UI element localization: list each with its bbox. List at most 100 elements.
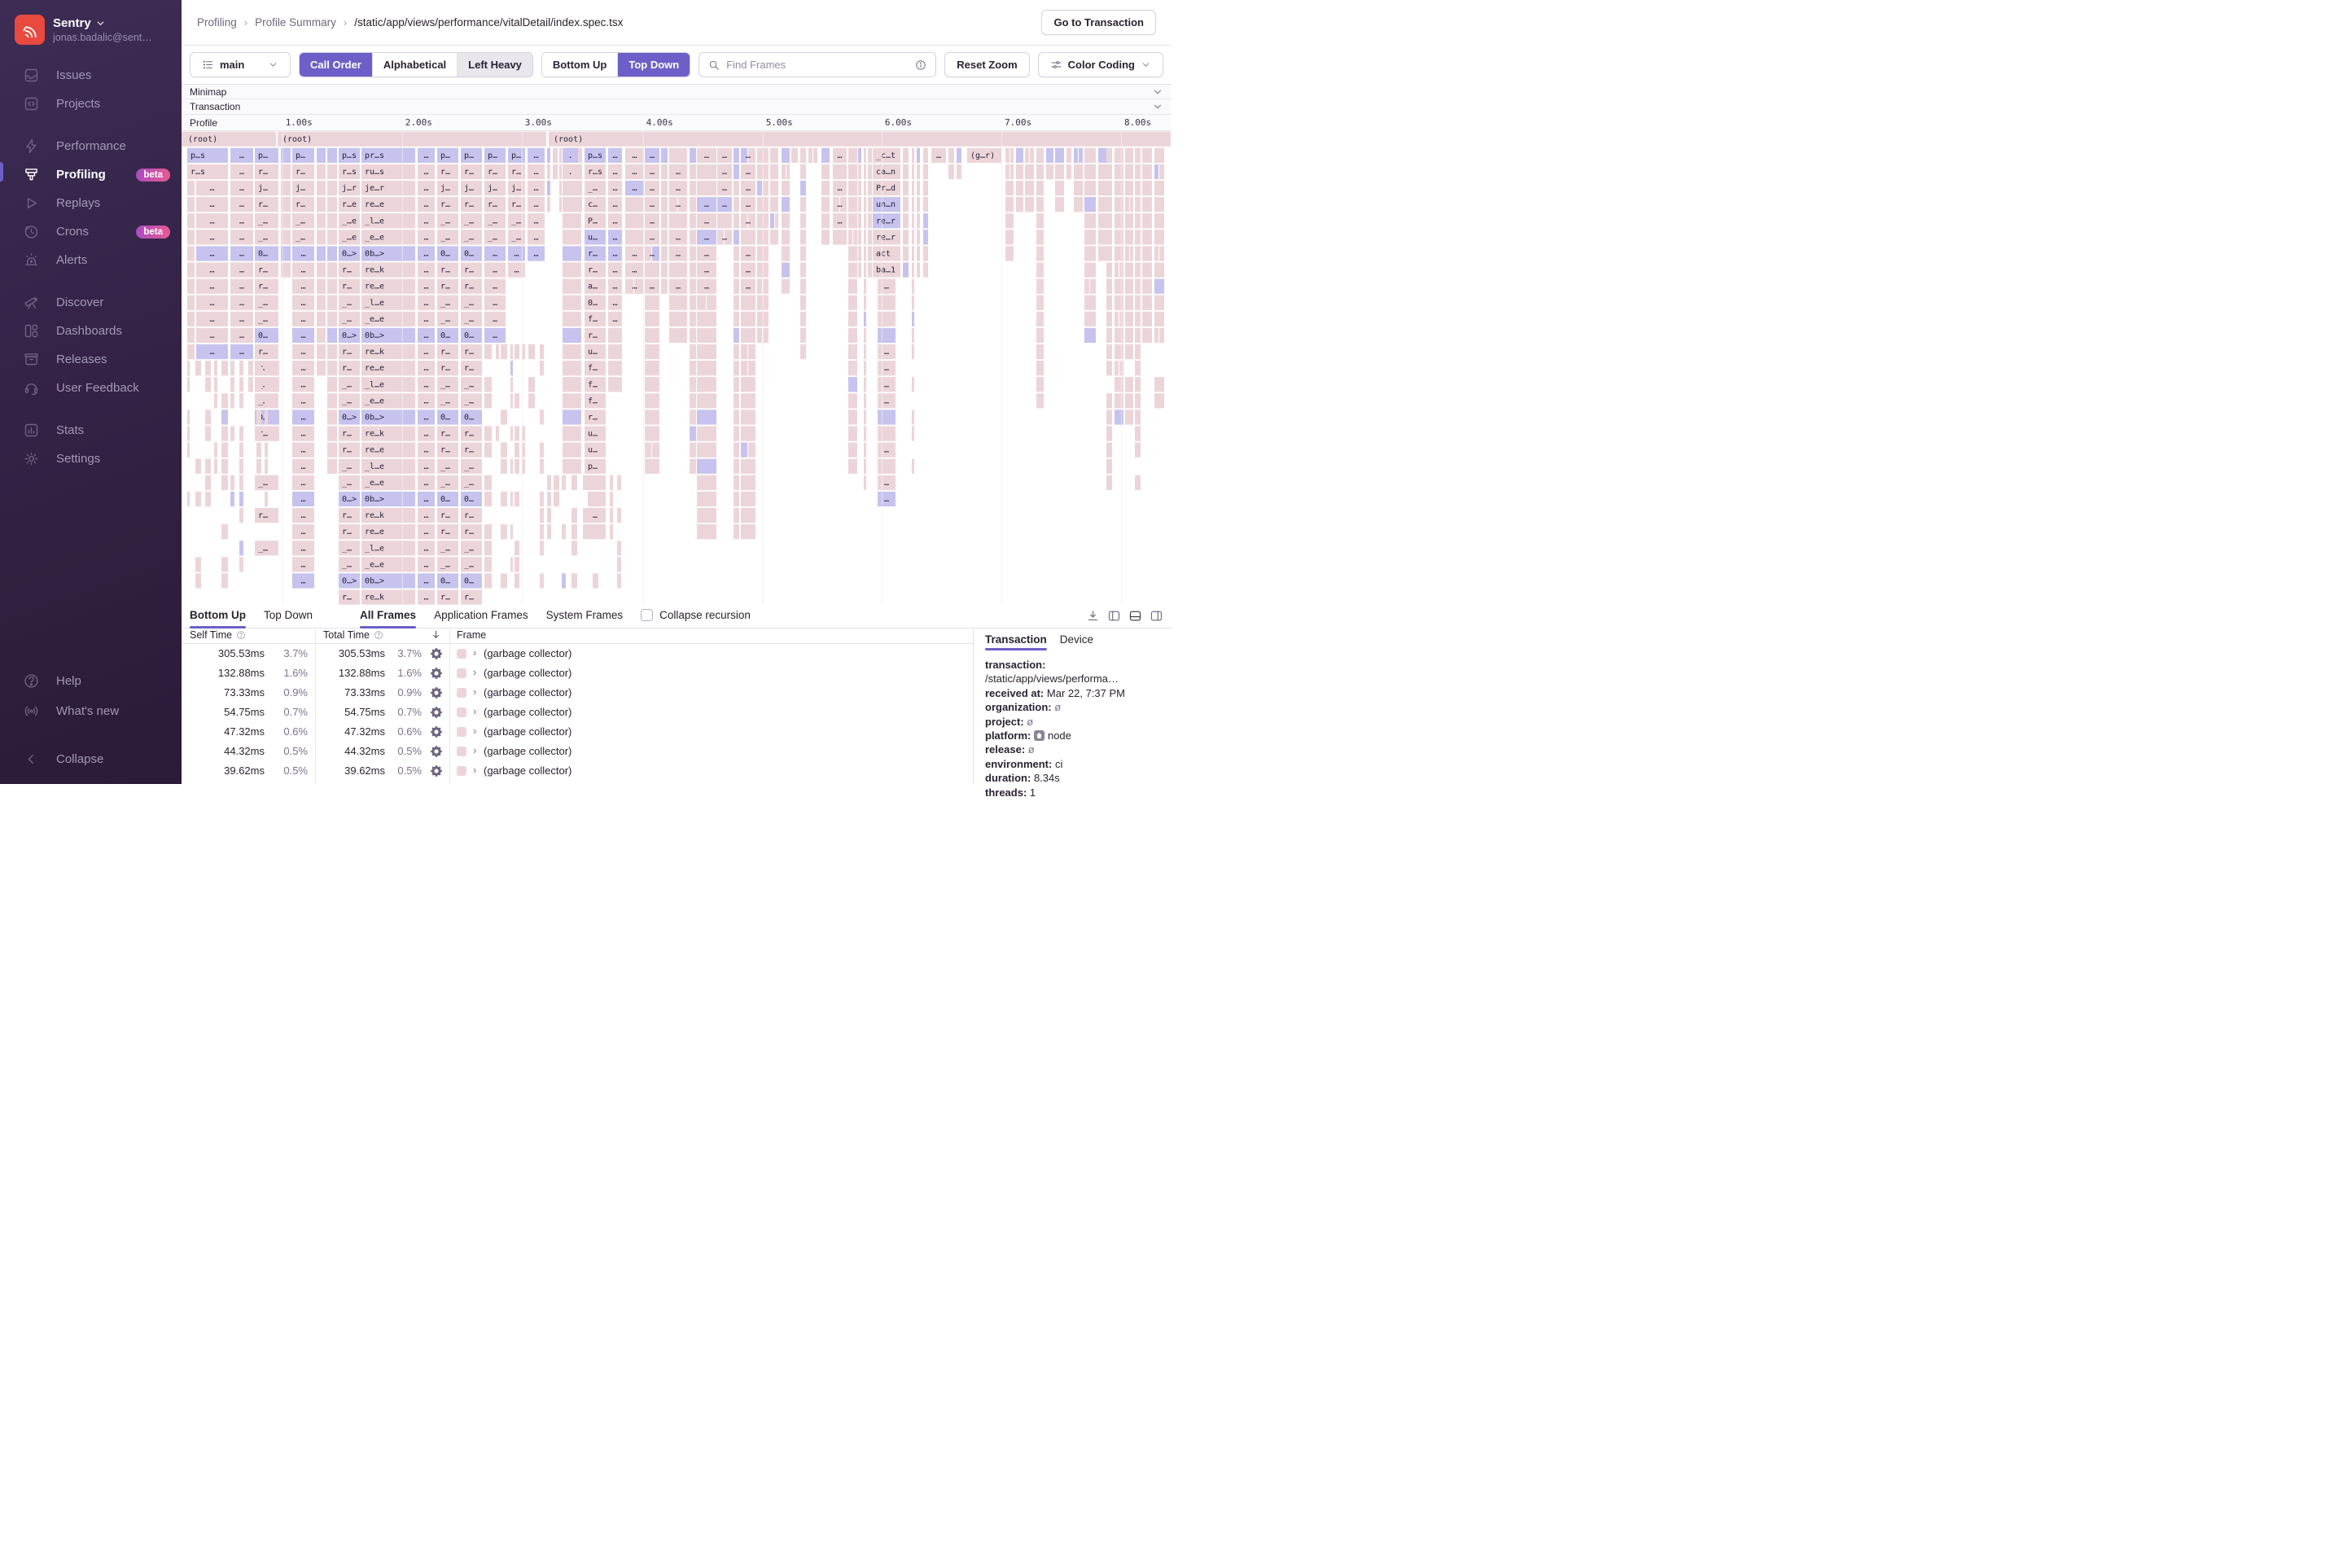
- sidebar-item-label: Stats: [56, 423, 84, 437]
- sidebar-item-performance[interactable]: Performance: [0, 132, 182, 160]
- sidebar-item-crons[interactable]: Cronsbeta: [0, 217, 182, 246]
- org-switcher[interactable]: Sentry jonas.badalic@sent…: [0, 0, 182, 53]
- collapse-recursion-toggle[interactable]: Collapse recursion: [641, 606, 751, 621]
- tab-system-frames[interactable]: System Frames: [546, 606, 624, 629]
- sidebar-collapse-button[interactable]: Collapse: [0, 744, 182, 774]
- frame-color-swatch: [457, 727, 466, 737]
- flamegraph-canvas[interactable]: [182, 131, 1171, 606]
- sidebar-item-replays[interactable]: Replays: [0, 189, 182, 217]
- tab-bottom-up[interactable]: Bottom Up: [190, 606, 246, 629]
- table-row[interactable]: 39.62ms0.5%39.62ms0.5%›(garbage collecto…: [182, 761, 973, 781]
- collapse-recursion-checkbox[interactable]: [641, 609, 653, 621]
- layout-right-panel-icon[interactable]: [1150, 609, 1163, 623]
- details-tabs: Transaction Device: [985, 633, 1172, 650]
- thread-selector[interactable]: main: [190, 52, 291, 77]
- sort-direction-icon[interactable]: [431, 629, 441, 640]
- minimap-section-header[interactable]: Minimap: [182, 85, 1172, 99]
- frames-table-header: Self Time Total Time Frame: [182, 629, 973, 644]
- frame-settings-gear-icon[interactable]: [431, 648, 442, 659]
- sidebar-item-stats[interactable]: Stats: [0, 416, 182, 445]
- profile-time-axis: Profile 1.00s2.00s3.00s4.00s5.00s6.00s7.…: [182, 115, 1172, 131]
- expand-chevron-icon[interactable]: ›: [473, 685, 476, 698]
- sort-option-call-order[interactable]: Call Order: [300, 53, 372, 77]
- detail-row-organization: organization: ø: [985, 700, 1172, 714]
- user-feedback-icon: [23, 379, 40, 396]
- collapse-recursion-label: Collapse recursion: [659, 609, 751, 621]
- export-download-icon[interactable]: [1086, 609, 1100, 623]
- detail-row-project: project: ø: [985, 715, 1172, 729]
- go-to-transaction-button[interactable]: Go to Transaction: [1041, 10, 1156, 35]
- table-row[interactable]: 44.32ms0.5%44.32ms0.5%›(garbage collecto…: [182, 742, 973, 761]
- frame-color-swatch: [457, 668, 466, 678]
- sidebar-item-releases[interactable]: Releases: [0, 345, 182, 374]
- breadcrumb-profiling[interactable]: Profiling: [197, 16, 237, 28]
- performance-icon: [23, 138, 40, 155]
- page-header: Profiling › Profile Summary › /static/ap…: [182, 0, 1172, 46]
- details-tab-device[interactable]: Device: [1060, 633, 1093, 650]
- find-frames-search[interactable]: [699, 52, 936, 77]
- help-icon: [23, 672, 40, 690]
- table-row[interactable]: 73.33ms0.9%73.33ms0.9%›(garbage collecto…: [182, 683, 973, 703]
- sidebar-item-alerts[interactable]: Alerts: [0, 246, 182, 274]
- list-icon: [202, 59, 214, 71]
- self-time-value: 39.62ms: [182, 764, 265, 777]
- frame-color-swatch: [457, 707, 466, 717]
- self-time-value: 132.88ms: [182, 667, 265, 679]
- breadcrumb-profile-summary[interactable]: Profile Summary: [255, 16, 336, 28]
- table-row[interactable]: 47.32ms0.6%47.32ms0.6%›(garbage collecto…: [182, 722, 973, 742]
- dashboards-icon: [23, 322, 40, 339]
- frame-settings-gear-icon[interactable]: [431, 707, 442, 718]
- search-input[interactable]: [726, 59, 909, 71]
- direction-option-bottom-up[interactable]: Bottom Up: [542, 53, 617, 77]
- transaction-section-header[interactable]: Transaction: [182, 99, 1172, 115]
- column-self-time[interactable]: Self Time: [190, 629, 246, 641]
- expand-chevron-icon[interactable]: ›: [473, 705, 476, 717]
- sidebar-item-user-feedback[interactable]: User Feedback: [0, 374, 182, 402]
- frame-settings-gear-icon[interactable]: [431, 687, 442, 699]
- sidebar-item-label: Crons: [56, 225, 89, 239]
- expand-chevron-icon[interactable]: ›: [473, 744, 476, 756]
- table-row[interactable]: 305.53ms3.7%305.53ms3.7%›(garbage collec…: [182, 644, 973, 664]
- frame-settings-gear-icon[interactable]: [431, 765, 442, 777]
- column-total-time[interactable]: Total Time: [323, 629, 383, 641]
- frame-settings-gear-icon[interactable]: [431, 668, 442, 679]
- color-coding-button[interactable]: Color Coding: [1038, 52, 1163, 77]
- sort-option-left-heavy[interactable]: Left Heavy: [457, 53, 532, 77]
- sort-option-alphabetical[interactable]: Alphabetical: [372, 53, 457, 77]
- layout-left-panel-icon[interactable]: [1107, 609, 1121, 623]
- sidebar-item-projects[interactable]: Projects: [0, 90, 182, 118]
- sidebar-item-settings[interactable]: Settings: [0, 445, 182, 473]
- detail-label: threads:: [985, 786, 1027, 799]
- tab-all-frames[interactable]: All Frames: [360, 606, 416, 629]
- expand-chevron-icon[interactable]: ›: [473, 646, 476, 659]
- table-row[interactable]: 132.88ms1.6%132.88ms1.6%›(garbage collec…: [182, 664, 973, 683]
- frame-settings-gear-icon[interactable]: [431, 746, 442, 757]
- sidebar-item-issues[interactable]: Issues: [0, 61, 182, 90]
- frame-color-swatch: [457, 766, 466, 776]
- expand-chevron-icon[interactable]: ›: [473, 764, 476, 776]
- chevron-down-icon: [96, 19, 105, 28]
- whats-new-icon: [23, 703, 40, 720]
- reset-zoom-button[interactable]: Reset Zoom: [944, 52, 1029, 77]
- sidebar-item-dashboards[interactable]: Dashboards: [0, 317, 182, 345]
- direction-option-top-down[interactable]: Top Down: [617, 53, 690, 77]
- sidebar-item-discover[interactable]: Discover: [0, 288, 182, 317]
- sidebar-item-profiling[interactable]: Profilingbeta: [0, 160, 182, 189]
- sidebar-item-what-s-new[interactable]: What's new: [0, 696, 182, 726]
- detail-value: 1: [1030, 786, 1036, 799]
- details-tab-transaction[interactable]: Transaction: [985, 633, 1047, 650]
- info-icon: [915, 59, 926, 71]
- tab-top-down[interactable]: Top Down: [264, 606, 313, 629]
- sidebar-item-help[interactable]: Help: [0, 666, 182, 696]
- tab-application-frames[interactable]: Application Frames: [434, 606, 528, 629]
- layout-bottom-panel-icon[interactable]: [1128, 609, 1142, 623]
- detail-value: ø: [1028, 743, 1035, 756]
- expand-chevron-icon[interactable]: ›: [473, 725, 476, 737]
- total-time-percent: 0.9%: [385, 686, 422, 699]
- table-row[interactable]: 54.75ms0.7%54.75ms0.7%›(garbage collecto…: [182, 703, 973, 722]
- expand-chevron-icon[interactable]: ›: [473, 666, 476, 678]
- column-frame[interactable]: Frame: [457, 629, 486, 641]
- frame-settings-gear-icon[interactable]: [431, 726, 442, 738]
- frame-name: (garbage collector): [484, 745, 572, 757]
- alerts-icon: [23, 252, 40, 269]
